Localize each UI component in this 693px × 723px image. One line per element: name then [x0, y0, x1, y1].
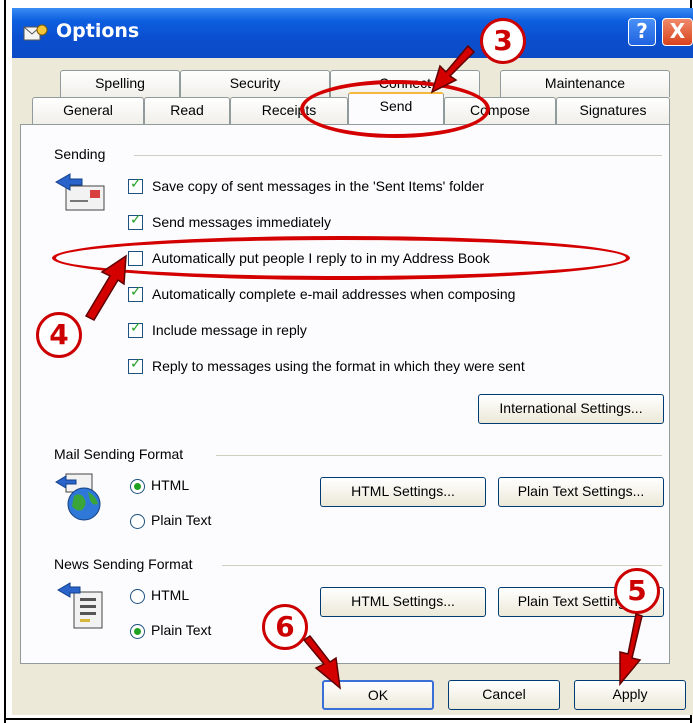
arrow-6	[302, 634, 341, 690]
arrow-5	[619, 613, 643, 687]
annotation-arrows	[84, 44, 643, 690]
arrow-3	[430, 44, 476, 94]
arrow-4	[84, 254, 127, 321]
